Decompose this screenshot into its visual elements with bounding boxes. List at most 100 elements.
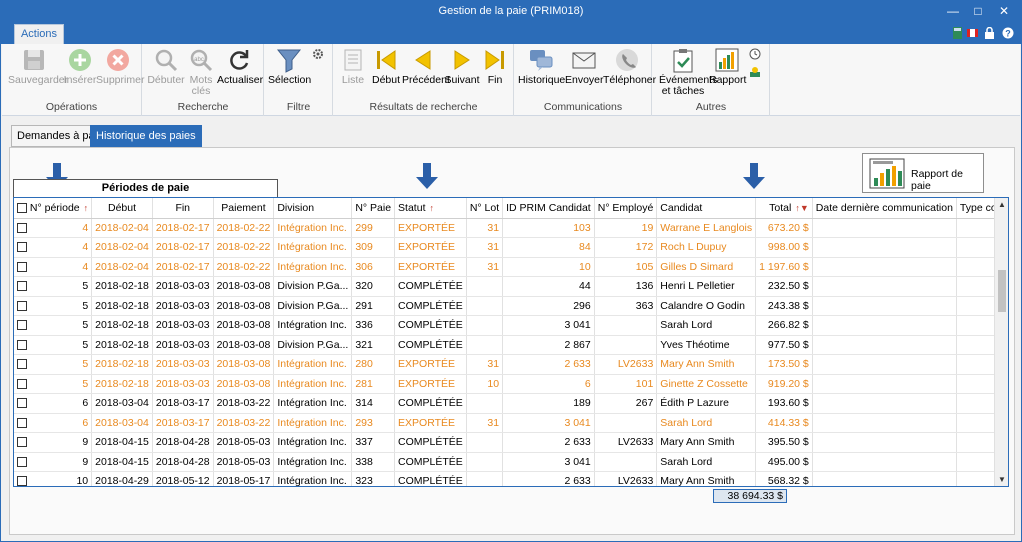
- table-row[interactable]: 5 2018-02-18 2018-03-03 2018-03-08 Intégrati…: [14, 354, 1008, 375]
- first-button[interactable]: Début: [370, 47, 402, 86]
- table-row[interactable]: 5 2018-02-18 2018-03-03 2018-03-08 Division …: [14, 296, 1008, 316]
- flag-icon[interactable]: [967, 27, 978, 39]
- money-stack-icon[interactable]: [749, 66, 761, 78]
- table-cell: 2018-02-04: [91, 257, 153, 277]
- table-cell: 103: [502, 218, 595, 238]
- report-ribbon-button[interactable]: Rapport: [709, 47, 746, 86]
- ribbon-tab-actions[interactable]: Actions: [14, 24, 64, 44]
- table-row[interactable]: 9 2018-04-15 2018-04-28 2018-05-03 Intégrati…: [14, 432, 1008, 453]
- close-button[interactable]: ✕: [996, 3, 1012, 19]
- column-header-payment[interactable]: Paiement: [213, 198, 275, 219]
- last-record-icon: [485, 50, 504, 70]
- help-icon[interactable]: ?: [1002, 27, 1014, 39]
- scrollbar-thumb[interactable]: [998, 270, 1006, 312]
- select-all-checkbox[interactable]: [17, 202, 27, 213]
- table-cell: 293: [351, 413, 396, 433]
- clock-icon[interactable]: [749, 48, 761, 60]
- column-header-candidate-id[interactable]: ID PRIM Candidat: [502, 198, 595, 219]
- table-cell: 19: [594, 218, 658, 238]
- row-checkbox[interactable]: [17, 398, 27, 409]
- start-search-button[interactable]: Débuter: [147, 47, 185, 86]
- row-checkbox[interactable]: [17, 437, 27, 448]
- column-header-period[interactable]: N° période ↑: [14, 198, 93, 219]
- table-row[interactable]: 5 2018-02-18 2018-03-03 2018-03-08 Division …: [14, 335, 1008, 355]
- row-checkbox[interactable]: [17, 417, 27, 428]
- row-checkbox[interactable]: [17, 242, 27, 253]
- row-checkbox[interactable]: [17, 359, 27, 370]
- previous-button[interactable]: Précédent: [402, 47, 450, 86]
- table-row[interactable]: 10 2018-04-29 2018-05-12 2018-05-17 Intégrat…: [14, 471, 1008, 486]
- column-header-employee-number[interactable]: N° Employé: [594, 198, 658, 219]
- table-row[interactable]: 4 2018-02-04 2018-02-17 2018-02-22 Intégrati…: [14, 257, 1008, 277]
- scroll-down-icon[interactable]: ▼: [995, 475, 1008, 484]
- tab-pay-history[interactable]: Historique des paies: [90, 125, 202, 147]
- next-button[interactable]: Suivant: [444, 47, 480, 86]
- vertical-scrollbar[interactable]: ▲ ▼: [994, 198, 1008, 486]
- column-header-last-communication[interactable]: Date dernière communication: [812, 198, 957, 219]
- row-checkbox[interactable]: [17, 339, 27, 350]
- send-button[interactable]: Envoyer: [565, 47, 604, 86]
- table-cell: [466, 276, 504, 297]
- table-row[interactable]: 6 2018-03-04 2018-03-17 2018-03-22 Intégrati…: [14, 413, 1008, 433]
- row-checkbox[interactable]: [17, 378, 27, 389]
- cell-period: 4: [82, 260, 89, 273]
- minimize-button[interactable]: —: [945, 3, 961, 19]
- lock-icon[interactable]: [984, 27, 995, 39]
- row-checkbox[interactable]: [17, 261, 27, 272]
- table-cell: 3 041: [502, 413, 595, 433]
- table-cell: 998.00 $: [755, 237, 813, 258]
- table-cell: Intégration Inc.: [273, 452, 353, 472]
- call-button[interactable]: Téléphoner: [603, 47, 656, 86]
- filter-settings-gear-icon[interactable]: [312, 48, 324, 60]
- table-row[interactable]: 5 2018-02-18 2018-03-03 2018-03-08 Division …: [14, 276, 1008, 297]
- column-header-pay-number[interactable]: N° Paie: [351, 198, 396, 219]
- last-button[interactable]: Fin: [480, 47, 510, 86]
- events-tasks-button[interactable]: Événements et tâches: [659, 47, 717, 97]
- row-checkbox[interactable]: [17, 222, 27, 233]
- table-cell: 2018-03-08: [213, 315, 275, 336]
- table-row[interactable]: 4 2018-02-04 2018-02-17 2018-02-22 Intégrati…: [14, 218, 1008, 238]
- table-cell: 2018-03-08: [213, 374, 275, 394]
- table-row[interactable]: 5 2018-02-18 2018-03-03 2018-03-08 Intégrati…: [14, 374, 1008, 394]
- column-header-status[interactable]: Statut ↑: [394, 198, 467, 219]
- column-header-end[interactable]: Fin: [152, 198, 214, 219]
- column-header-candidate[interactable]: Candidat: [656, 198, 757, 219]
- save-button[interactable]: Sauvegarder: [8, 47, 68, 86]
- table-cell: Mary Ann Smith: [656, 471, 757, 486]
- table-cell: COMPLÉTÉE: [394, 335, 467, 355]
- table-cell: Intégration Inc.: [273, 315, 353, 336]
- table-cell: 10: [502, 257, 595, 277]
- history-button[interactable]: Historique: [518, 47, 565, 86]
- table-row[interactable]: 5 2018-02-18 2018-03-03 2018-03-08 Intégrati…: [14, 315, 1008, 336]
- column-header-batch[interactable]: N° Lot: [466, 198, 504, 219]
- table-cell: Intégration Inc.: [273, 354, 353, 375]
- keywords-button[interactable]: abc Mots clés: [185, 47, 217, 97]
- table-cell-empty: [812, 257, 957, 277]
- row-checkbox[interactable]: [17, 300, 27, 311]
- table-cell: 280: [351, 354, 396, 375]
- row-checkbox[interactable]: [17, 320, 27, 331]
- selection-button[interactable]: Sélection: [268, 47, 311, 86]
- row-checkbox[interactable]: [17, 476, 27, 486]
- table-cell: Henri L Pelletier: [656, 276, 757, 297]
- delete-button[interactable]: Supprimer: [96, 47, 144, 86]
- column-header-start[interactable]: Début: [91, 198, 153, 219]
- row-checkbox[interactable]: [17, 456, 27, 467]
- table-row[interactable]: 6 2018-03-04 2018-03-17 2018-03-22 Intégrati…: [14, 393, 1008, 414]
- column-header-total[interactable]: Total ↑▼: [755, 198, 813, 219]
- row-checkbox[interactable]: [17, 281, 27, 292]
- scroll-up-icon[interactable]: ▲: [995, 200, 1008, 209]
- table-row[interactable]: 9 2018-04-15 2018-04-28 2018-05-03 Intégrati…: [14, 452, 1008, 472]
- column-header-division[interactable]: Division: [273, 198, 353, 219]
- list-button[interactable]: Liste: [338, 47, 368, 86]
- table-cell: Calandre O Godin: [656, 296, 757, 316]
- payroll-report-chart-icon: [869, 158, 905, 189]
- payroll-report-button[interactable]: Rapport de paie: [862, 153, 984, 193]
- table-header-row: N° période ↑ Début Fin Paiement Division …: [14, 198, 1008, 219]
- maximize-button[interactable]: □: [970, 3, 986, 19]
- table-cell: 2018-03-04: [91, 393, 153, 414]
- insert-button[interactable]: Insérer: [62, 47, 98, 86]
- calculator-icon[interactable]: [952, 27, 963, 39]
- table-row[interactable]: 4 2018-02-04 2018-02-17 2018-02-22 Intégrati…: [14, 237, 1008, 258]
- refresh-button[interactable]: Actualiser: [217, 47, 263, 86]
